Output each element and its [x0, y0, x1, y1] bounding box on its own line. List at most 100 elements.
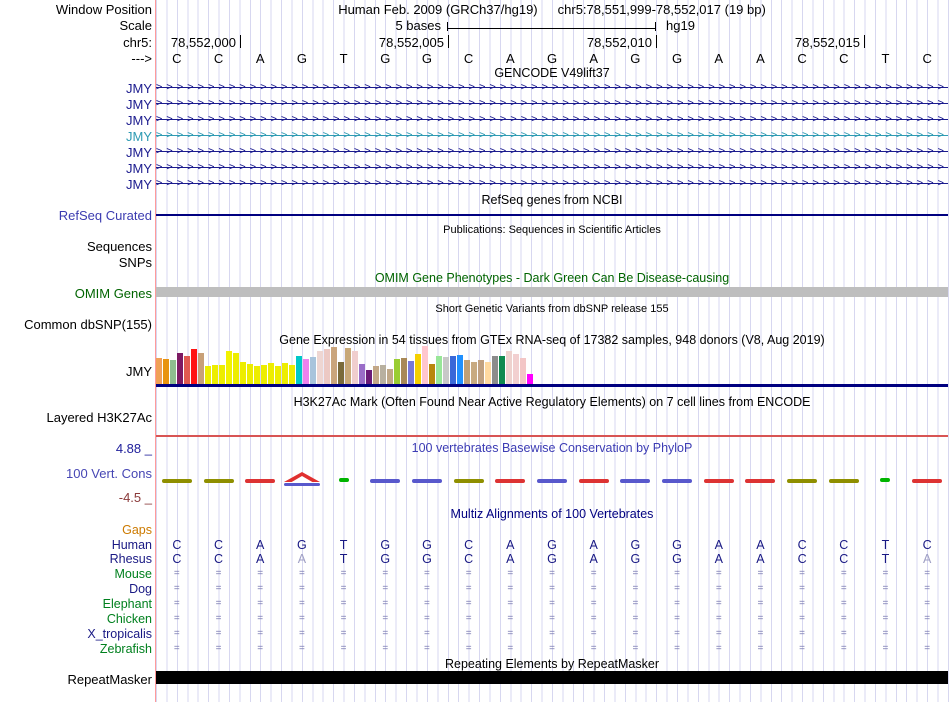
alignment-gap[interactable]: =	[915, 613, 939, 624]
base-letter[interactable]: C	[915, 51, 939, 66]
gtex-bar[interactable]	[240, 362, 246, 384]
alignment-base[interactable]: A	[748, 552, 772, 566]
alignment-gap[interactable]: =	[832, 583, 856, 594]
alignment-gap[interactable]: =	[790, 583, 814, 594]
refseq-title[interactable]: RefSeq genes from NCBI	[156, 193, 948, 207]
alignment-gap[interactable]: =	[915, 643, 939, 654]
gtex-bar[interactable]	[478, 360, 484, 384]
phylop-point[interactable]	[912, 479, 943, 483]
base-letter[interactable]: A	[748, 51, 772, 66]
gtex-bar[interactable]	[233, 353, 239, 384]
gtex-bar[interactable]	[254, 366, 260, 384]
alignment-base[interactable]: A	[582, 552, 606, 566]
alignment-gap[interactable]: =	[873, 583, 897, 594]
alignment-base[interactable]: G	[373, 538, 397, 552]
dbsnp-label[interactable]: Common dbSNP(155)	[0, 317, 152, 332]
alignment-gap[interactable]: =	[707, 628, 731, 639]
gtex-bar[interactable]	[485, 362, 491, 384]
phylop-point[interactable]	[828, 479, 859, 483]
alignment-base[interactable]: C	[832, 538, 856, 552]
alignment-gap[interactable]: =	[748, 613, 772, 624]
alignment-gap[interactable]: =	[707, 643, 731, 654]
phylop-point[interactable]	[370, 479, 401, 483]
alignment-gap[interactable]: =	[915, 568, 939, 579]
transcript-label[interactable]: JMY	[0, 145, 152, 160]
gtex-bar[interactable]	[408, 361, 414, 384]
base-letter[interactable]: A	[707, 51, 731, 66]
alignment-gap[interactable]: =	[540, 598, 564, 609]
alignment-gap[interactable]: =	[832, 568, 856, 579]
gtex-bar[interactable]	[373, 366, 379, 384]
alignment-gap[interactable]: =	[332, 583, 356, 594]
alignment-gap[interactable]: =	[415, 598, 439, 609]
alignment-base[interactable]: C	[457, 552, 481, 566]
alignment-base[interactable]: G	[415, 538, 439, 552]
gtex-bar[interactable]	[471, 362, 477, 384]
alignment-gap[interactable]: =	[498, 598, 522, 609]
alignment-gap[interactable]: =	[623, 643, 647, 654]
alignment-base[interactable]: C	[457, 538, 481, 552]
phylop-point[interactable]	[245, 479, 276, 483]
alignment-gap[interactable]: =	[165, 613, 189, 624]
alignment-gap[interactable]: =	[707, 583, 731, 594]
h3k27ac-label[interactable]: Layered H3K27Ac	[0, 410, 152, 425]
alignment-gap[interactable]: =	[373, 643, 397, 654]
species-label[interactable]: Zebrafish	[0, 642, 152, 656]
alignment-base[interactable]: A	[748, 538, 772, 552]
species-label[interactable]: Chicken	[0, 612, 152, 626]
alignment-gap[interactable]: =	[415, 568, 439, 579]
alignment-gap[interactable]: =	[582, 643, 606, 654]
gtex-bar[interactable]	[401, 358, 407, 384]
base-letter[interactable]: T	[873, 51, 897, 66]
gtex-bar[interactable]	[184, 356, 190, 384]
alignment-gap[interactable]: =	[540, 583, 564, 594]
alignment-gap[interactable]: =	[665, 583, 689, 594]
gtex-bar[interactable]	[520, 358, 526, 384]
species-label[interactable]: Mouse	[0, 567, 152, 581]
gtex-bar[interactable]	[359, 364, 365, 384]
gtex-bar[interactable]	[156, 358, 162, 384]
alignment-gap[interactable]: =	[790, 628, 814, 639]
base-letter[interactable]: G	[290, 51, 314, 66]
gtex-bar[interactable]	[527, 374, 533, 384]
alignment-base[interactable]: G	[415, 552, 439, 566]
species-label[interactable]: Dog	[0, 582, 152, 596]
alignment-gap[interactable]: =	[623, 583, 647, 594]
alignment-gap[interactable]: =	[248, 613, 272, 624]
base-letter[interactable]: C	[457, 51, 481, 66]
gtex-bar[interactable]	[261, 365, 267, 384]
alignment-gap[interactable]: =	[207, 598, 231, 609]
alignment-gap[interactable]: =	[332, 628, 356, 639]
alignment-base[interactable]: C	[790, 552, 814, 566]
alignment-base[interactable]: G	[623, 552, 647, 566]
alignment-base[interactable]: A	[248, 538, 272, 552]
species-label[interactable]: Elephant	[0, 597, 152, 611]
alignment-base[interactable]: C	[207, 552, 231, 566]
snps-label[interactable]: SNPs	[0, 255, 152, 270]
alignment-gap[interactable]: =	[665, 568, 689, 579]
gtex-bar[interactable]	[303, 359, 309, 384]
alignment-gap[interactable]: =	[290, 613, 314, 624]
alignment-base[interactable]: A	[290, 552, 314, 566]
alignment-gap[interactable]: =	[248, 583, 272, 594]
gtex-bar[interactable]	[219, 365, 225, 384]
phylop-point[interactable]	[495, 479, 526, 483]
alignment-gap[interactable]: =	[498, 643, 522, 654]
alignment-base[interactable]: G	[665, 552, 689, 566]
alignment-base[interactable]: A	[707, 552, 731, 566]
alignment-gap[interactable]: =	[415, 628, 439, 639]
alignment-base[interactable]: G	[665, 538, 689, 552]
alignment-base[interactable]: A	[498, 538, 522, 552]
base-letter[interactable]: G	[540, 51, 564, 66]
alignment-base[interactable]: A	[498, 552, 522, 566]
gtex-bar[interactable]	[345, 348, 351, 384]
alignment-gap[interactable]: =	[165, 628, 189, 639]
alignment-gap[interactable]: =	[248, 598, 272, 609]
alignment-gap[interactable]: =	[332, 598, 356, 609]
alignment-gap[interactable]: =	[748, 583, 772, 594]
alignment-gap[interactable]: =	[165, 598, 189, 609]
gtex-bar[interactable]	[205, 366, 211, 384]
alignment-base[interactable]: C	[915, 538, 939, 552]
alignment-gap[interactable]: =	[915, 628, 939, 639]
species-label[interactable]: Rhesus	[0, 552, 152, 566]
